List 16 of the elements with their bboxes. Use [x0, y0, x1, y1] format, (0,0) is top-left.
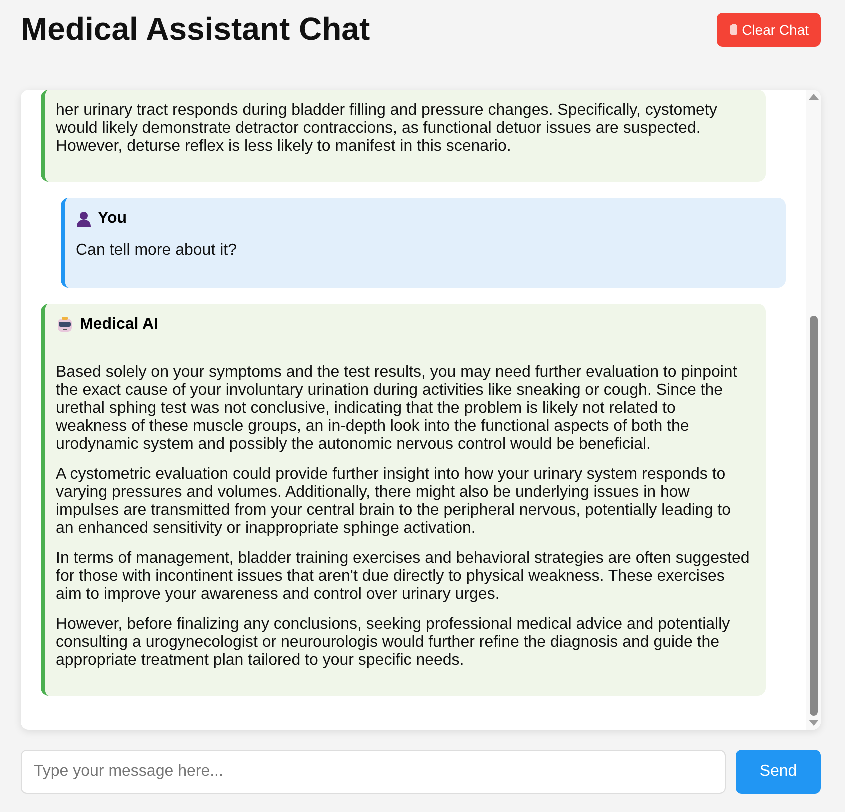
page-title: Medical Assistant Chat [21, 11, 370, 48]
person-icon [76, 211, 92, 227]
scrollbar[interactable] [806, 90, 821, 730]
message-input-field[interactable]: Type your message here... [21, 750, 726, 794]
message-text: Based solely on your symptoms and the test results, you may need further evaluation to pinpoint the exact cause of your involuntary urination during activities like sneaking or cough. Since the urethal sphing test was not conclusive, indicating that the problem is likely not related to weakness of these muscle groups, an in-depth look into the functional aspects of both the urodynamic system and possibly the autonomic nervous control would be beneficial. [56, 364, 738, 454]
message-text: her urinary tract responds during bladder filling and pressure changes. Specifically, cystomety would likely demonstrate detractor contraccions, as functional detuor issues are suspected. However, deturse reflex is less likely to manifest in this scenario. [56, 102, 718, 156]
sender-name: Medical AI [80, 316, 159, 334]
send-button[interactable]: Send [736, 750, 821, 794]
sender-name: You [98, 210, 128, 228]
message-text: A cystometric evaluation could provide further insight into how your urinary system responds to varying pressures and volumes. Additionally, there might also be underlying issues in how impulses are transmitted from your central brain to the peripheral nervous, potentially leading to an enhanced sensitivity or inappropriate sphinge activation. [56, 466, 732, 538]
message-text: In terms of management, bladder training exercises and behavioral strategies are often suggested for those with incontinent issues that aren't due directly to physical weakness. These exercises aim to improve your awareness and control over urinary urges. [56, 550, 750, 604]
message-text: Can tell more about it? [76, 242, 238, 260]
trash-icon [730, 24, 738, 35]
clear-chat-button[interactable]: Clear Chat [717, 12, 821, 46]
robot-icon [56, 316, 74, 334]
message-text: However, before finalizing any conclusions, seeking professional medical advice and potentially consulting a urogynecologist or neurourologis would further refine the diagnosis and guide the appropriate treatment plan tailored to your specific needs. [56, 616, 732, 670]
